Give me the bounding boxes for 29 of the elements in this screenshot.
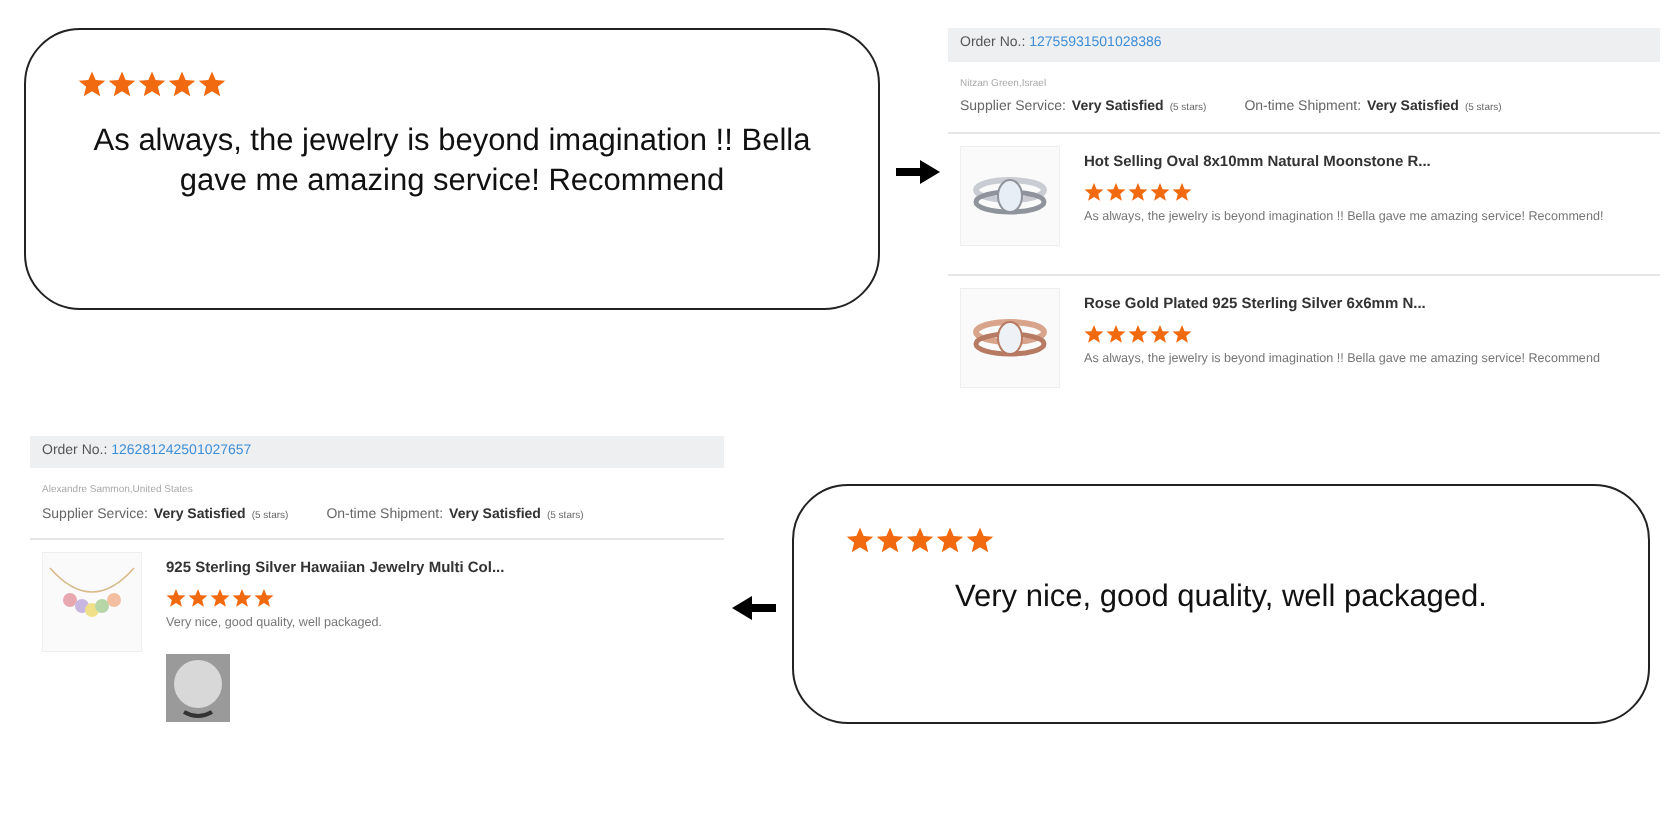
star-icon [168,70,196,98]
star-icon [254,588,274,609]
star-icon [1106,181,1126,202]
star-icon [232,588,252,609]
star-icon [1150,181,1170,202]
star-icon [138,70,166,98]
star-icon [1128,181,1148,202]
star-icon [1172,323,1192,344]
star-icon [1150,323,1170,344]
star-icon [166,588,186,609]
star-icon [906,525,934,553]
right-arrow-icon [896,160,940,184]
star-icon [966,525,994,553]
star-icon [1084,323,1104,344]
star-icon [1128,323,1148,344]
star-icon [936,525,964,553]
star-icon [198,70,226,98]
star-icon [108,70,136,98]
star-icon [188,588,208,609]
star-icon [846,525,874,553]
star-icon [876,525,904,553]
star-icon [210,588,230,609]
review-text: Very nice, good quality, well packaged. [953,577,1489,617]
review-text: As always, the jewelry is beyond imagination !! Bella gave me amazing service! Recommend [91,122,813,203]
star-icon [1106,323,1126,344]
star-icon [1084,181,1104,202]
star-icon [1172,181,1192,202]
left-arrow-icon [732,595,776,619]
star-icon [78,70,106,98]
